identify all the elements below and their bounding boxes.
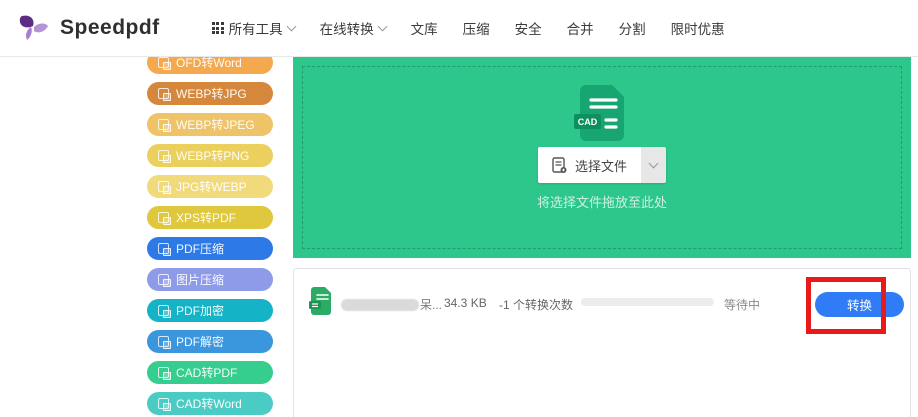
sidebar-item-label: WEBP转JPEG xyxy=(176,118,255,132)
svg-text:CAD: CAD xyxy=(578,117,598,127)
doc-convert-icon xyxy=(158,398,171,411)
lock-icon xyxy=(158,305,171,318)
choose-file-button[interactable]: 选择文件 xyxy=(537,147,641,183)
image-convert-icon xyxy=(158,88,171,101)
sidebar-item-pdf-encrypt[interactable]: PDF加密 xyxy=(147,299,273,322)
status-text: 等待中 xyxy=(724,298,761,312)
sidebar-item-xps-to-pdf[interactable]: XPS转PDF xyxy=(147,206,273,229)
butterfly-logo-icon xyxy=(19,15,48,40)
main-nav: 所有工具 在线转换 文库 压缩 安全 合并 分割 限时优惠 xyxy=(211,18,725,38)
nav-item-label: 分割 xyxy=(618,22,646,37)
chevron-down-icon xyxy=(377,21,388,31)
nav-item-compress[interactable]: 压缩 xyxy=(463,18,490,38)
sidebar-item-pdf-compress[interactable]: PDF压缩 xyxy=(147,237,273,260)
nav-item-label: 安全 xyxy=(514,22,542,37)
image-convert-icon xyxy=(158,181,171,194)
sidebar-item-label: PDF压缩 xyxy=(176,242,225,256)
nav-item-split[interactable]: 分割 xyxy=(619,18,646,38)
sidebar-tools: OFD转Word WEBP转JPG WEBP转JPEG WEBP转PNG JPG… xyxy=(147,51,273,417)
sidebar-item-cad-to-pdf[interactable]: CAD转PDF xyxy=(147,361,273,384)
choose-file-label: 选择文件 xyxy=(574,158,627,174)
file-name: 呆... xyxy=(341,296,442,313)
progress-bar xyxy=(581,298,714,306)
file-list-card: 呆... 34.3 KB -1 个转换次数 等待中 转换 xyxy=(293,268,911,417)
sidebar-item-image-compress[interactable]: 图片压缩 xyxy=(147,268,273,291)
doc-convert-icon xyxy=(158,367,171,380)
chevron-down-icon xyxy=(286,21,297,31)
sidebar-item-webp-to-jpeg[interactable]: WEBP转JPEG xyxy=(147,113,273,136)
convert-button[interactable]: 转换 xyxy=(815,292,904,317)
cad-file-icon: CAD xyxy=(574,83,630,143)
compress-icon xyxy=(158,274,171,287)
file-dropzone[interactable]: CAD 选择文件 将选择文件拖放至此处 xyxy=(293,57,911,258)
sidebar-item-label: PDF加密 xyxy=(176,304,225,318)
nav-item-label: 压缩 xyxy=(462,22,490,37)
nav-item-online-convert[interactable]: 在线转换 xyxy=(319,18,388,38)
image-convert-icon xyxy=(158,119,171,132)
file-size: 34.3 KB xyxy=(444,296,487,310)
sidebar-item-label: WEBP转PNG xyxy=(176,149,250,163)
nav-item-library[interactable]: 文库 xyxy=(411,18,438,38)
speedpdf-page: Speedpdf 所有工具 在线转换 文库 压缩 安全 合并 分割 限时优惠 O… xyxy=(0,0,918,417)
sidebar-item-cad-to-word[interactable]: CAD转Word xyxy=(147,392,273,415)
apps-grid-icon xyxy=(211,22,224,34)
file-row: 呆... 34.3 KB -1 个转换次数 等待中 转换 xyxy=(294,269,910,334)
nav-item-label: 限时优惠 xyxy=(670,22,725,37)
sidebar-item-label: WEBP转JPG xyxy=(176,87,247,101)
sidebar-item-jpg-to-webp[interactable]: JPG转WEBP xyxy=(147,175,273,198)
brand-name: Speedpdf xyxy=(60,16,160,39)
compress-icon xyxy=(158,243,171,256)
nav-item-label: 文库 xyxy=(410,22,438,37)
sidebar-item-label: CAD转PDF xyxy=(176,366,238,380)
nav-item-merge[interactable]: 合并 xyxy=(567,18,594,38)
header: Speedpdf 所有工具 在线转换 文库 压缩 安全 合并 分割 限时优惠 xyxy=(0,0,918,57)
file-name-visible: 呆... xyxy=(420,298,443,312)
unlock-icon xyxy=(158,336,171,349)
sidebar-item-webp-to-png[interactable]: WEBP转PNG xyxy=(147,144,273,167)
nav-item-all-tools[interactable]: 所有工具 xyxy=(211,18,297,38)
document-icon xyxy=(552,156,567,173)
file-name-redacted-blur xyxy=(341,298,419,311)
file-doc-icon xyxy=(309,286,333,321)
brand-logo[interactable]: Speedpdf xyxy=(18,12,160,44)
conversion-credits: -1 个转换次数 xyxy=(499,298,574,312)
doc-convert-icon xyxy=(158,57,171,70)
sidebar-item-label: CAD转Word xyxy=(176,397,242,411)
nav-item-label: 在线转换 xyxy=(319,22,374,37)
sidebar-item-webp-to-jpg[interactable]: WEBP转JPG xyxy=(147,82,273,105)
sidebar-item-label: JPG转WEBP xyxy=(176,180,247,194)
sidebar-item-pdf-decrypt[interactable]: PDF解密 xyxy=(147,330,273,353)
nav-item-label: 所有工具 xyxy=(228,22,283,37)
nav-item-label: 合并 xyxy=(566,22,594,37)
choose-file-dropdown-button[interactable] xyxy=(641,147,666,183)
sidebar-item-label: 图片压缩 xyxy=(176,273,225,287)
dropzone-hint: 将选择文件拖放至此处 xyxy=(536,195,667,210)
image-convert-icon xyxy=(158,150,171,163)
choose-file-split-button: 选择文件 xyxy=(537,147,666,183)
doc-convert-icon xyxy=(158,212,171,225)
sidebar-item-label: PDF解密 xyxy=(176,335,225,349)
nav-item-limited-offer[interactable]: 限时优惠 xyxy=(671,18,725,38)
chevron-down-icon xyxy=(648,158,659,168)
nav-item-security[interactable]: 安全 xyxy=(515,18,542,38)
sidebar-item-label: XPS转PDF xyxy=(176,211,237,225)
